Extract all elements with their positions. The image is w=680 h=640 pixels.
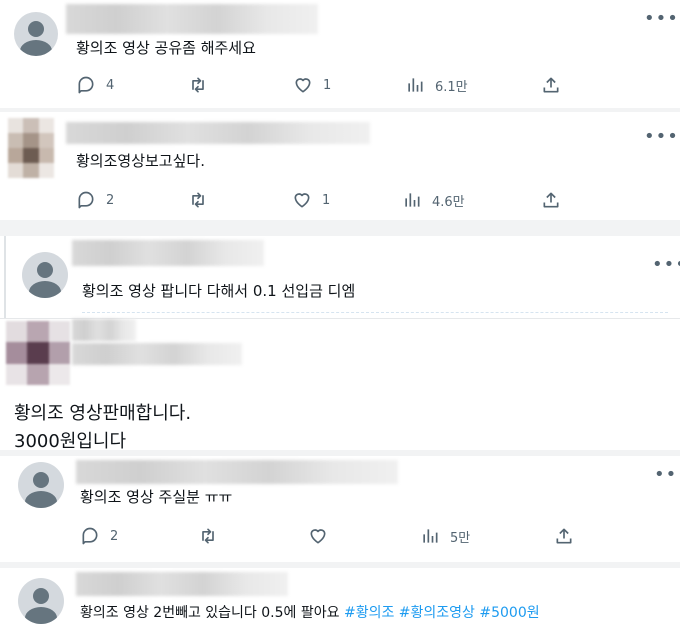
retweet-button[interactable] <box>188 75 208 95</box>
like-count: 1 <box>323 77 332 93</box>
post-2[interactable]: ••• 황의조영상보고싶다. 2 1 4.6만 <box>0 112 680 220</box>
speech-bubble-icon <box>82 527 98 545</box>
speech-bubble-icon <box>78 191 94 209</box>
reply-count: 4 <box>106 77 115 93</box>
share-button[interactable] <box>541 75 561 95</box>
post-text: 황의조 영상 주실분 ㅠㅠ <box>80 488 233 506</box>
post-text: 황의조 영상 팝니다 다해서 0.1 선입금 디엠 <box>82 282 356 300</box>
share-button[interactable] <box>541 190 561 210</box>
post-text: 황의조영상보고싶다. <box>76 152 205 170</box>
retweet-button[interactable] <box>198 526 218 546</box>
retweet-arrows-icon <box>192 77 204 93</box>
views-button[interactable]: 6.1만 <box>405 75 468 95</box>
default-avatar-icon[interactable] <box>18 462 64 508</box>
post-5[interactable]: ••• 황의조 영상 주실분 ㅠㅠ 2 5만 <box>0 456 680 562</box>
blurred-username <box>76 572 288 596</box>
blurred-username <box>66 122 370 144</box>
reply-button[interactable]: 4 <box>76 75 114 95</box>
blurred-username <box>72 240 264 266</box>
more-dots-icon[interactable]: ••• <box>644 10 679 28</box>
share-button[interactable] <box>554 526 574 546</box>
post-6[interactable]: 황의조 영상 2번빼고 있습니다 0.5에 팔아요 #황의조 #황의조영상 #5… <box>0 568 680 640</box>
more-dots-icon[interactable]: ••• <box>654 466 680 484</box>
post-1[interactable]: ••• 황의조 영상 공유좀 해주세요 4 1 6.1만 <box>0 0 680 108</box>
retweet-arrows-icon <box>192 192 204 208</box>
default-avatar-icon[interactable] <box>22 252 68 298</box>
left-border <box>4 236 6 318</box>
heart-icon <box>295 78 311 93</box>
post-text-line-1: 황의조 영상판매합니다. <box>14 403 192 424</box>
retweet-button[interactable] <box>188 190 208 210</box>
post-body: 황의조 영상 2번빼고 있습니다 0.5에 팔아요 <box>80 605 340 621</box>
retweet-arrows-icon <box>202 528 214 544</box>
bar-chart-icon <box>405 193 420 207</box>
view-count: 6.1만 <box>435 79 468 95</box>
embed-edge <box>82 312 668 316</box>
share-upload-icon <box>556 528 572 544</box>
view-count: 5만 <box>450 530 471 546</box>
share-upload-icon <box>543 192 559 208</box>
blurred-username <box>66 4 318 34</box>
like-button[interactable] <box>308 526 328 546</box>
hashtag-2[interactable]: #황의조영상 <box>399 605 475 621</box>
post-3[interactable]: ••• 황의조 영상 팝니다 다해서 0.1 선입금 디엠 <box>0 236 680 318</box>
post-text: 황의조 영상 2번빼고 있습니다 0.5에 팔아요 #황의조 #황의조영상 #5… <box>80 602 540 622</box>
blurred-handle <box>72 343 242 365</box>
views-button[interactable]: 5만 <box>420 526 470 546</box>
bar-chart-icon <box>423 529 438 543</box>
views-button[interactable]: 4.6만 <box>402 190 465 210</box>
post-4[interactable]: 황의조 영상판매합니다. 3000원입니다 <box>0 319 680 452</box>
pixelated-avatar[interactable] <box>8 118 54 178</box>
reply-count: 2 <box>110 528 119 544</box>
bar-chart-icon <box>408 78 423 92</box>
speech-bubble-icon <box>78 76 94 94</box>
default-avatar-icon[interactable] <box>18 578 64 624</box>
like-button[interactable]: 1 <box>292 190 330 210</box>
pixelated-avatar[interactable] <box>6 321 70 385</box>
heart-icon <box>294 193 310 208</box>
view-count: 4.6만 <box>432 194 465 210</box>
more-dots-icon[interactable]: ••• <box>644 128 679 146</box>
hashtag-3[interactable]: #5000원 <box>479 605 539 621</box>
default-avatar-icon[interactable] <box>14 12 58 56</box>
reply-count: 2 <box>106 192 115 208</box>
more-dots-icon[interactable]: ••• <box>652 256 680 274</box>
share-upload-icon <box>543 77 559 93</box>
blurred-username <box>76 460 398 484</box>
heart-icon <box>310 529 326 544</box>
like-button[interactable]: 1 <box>293 75 331 95</box>
blurred-username <box>72 319 136 341</box>
separator <box>0 220 680 236</box>
like-count: 1 <box>322 192 331 208</box>
reply-button[interactable]: 2 <box>80 526 118 546</box>
hashtag-1[interactable]: #황의조 <box>344 605 394 621</box>
post-text: 황의조 영상 공유좀 해주세요 <box>76 39 256 57</box>
reply-button[interactable]: 2 <box>76 190 114 210</box>
